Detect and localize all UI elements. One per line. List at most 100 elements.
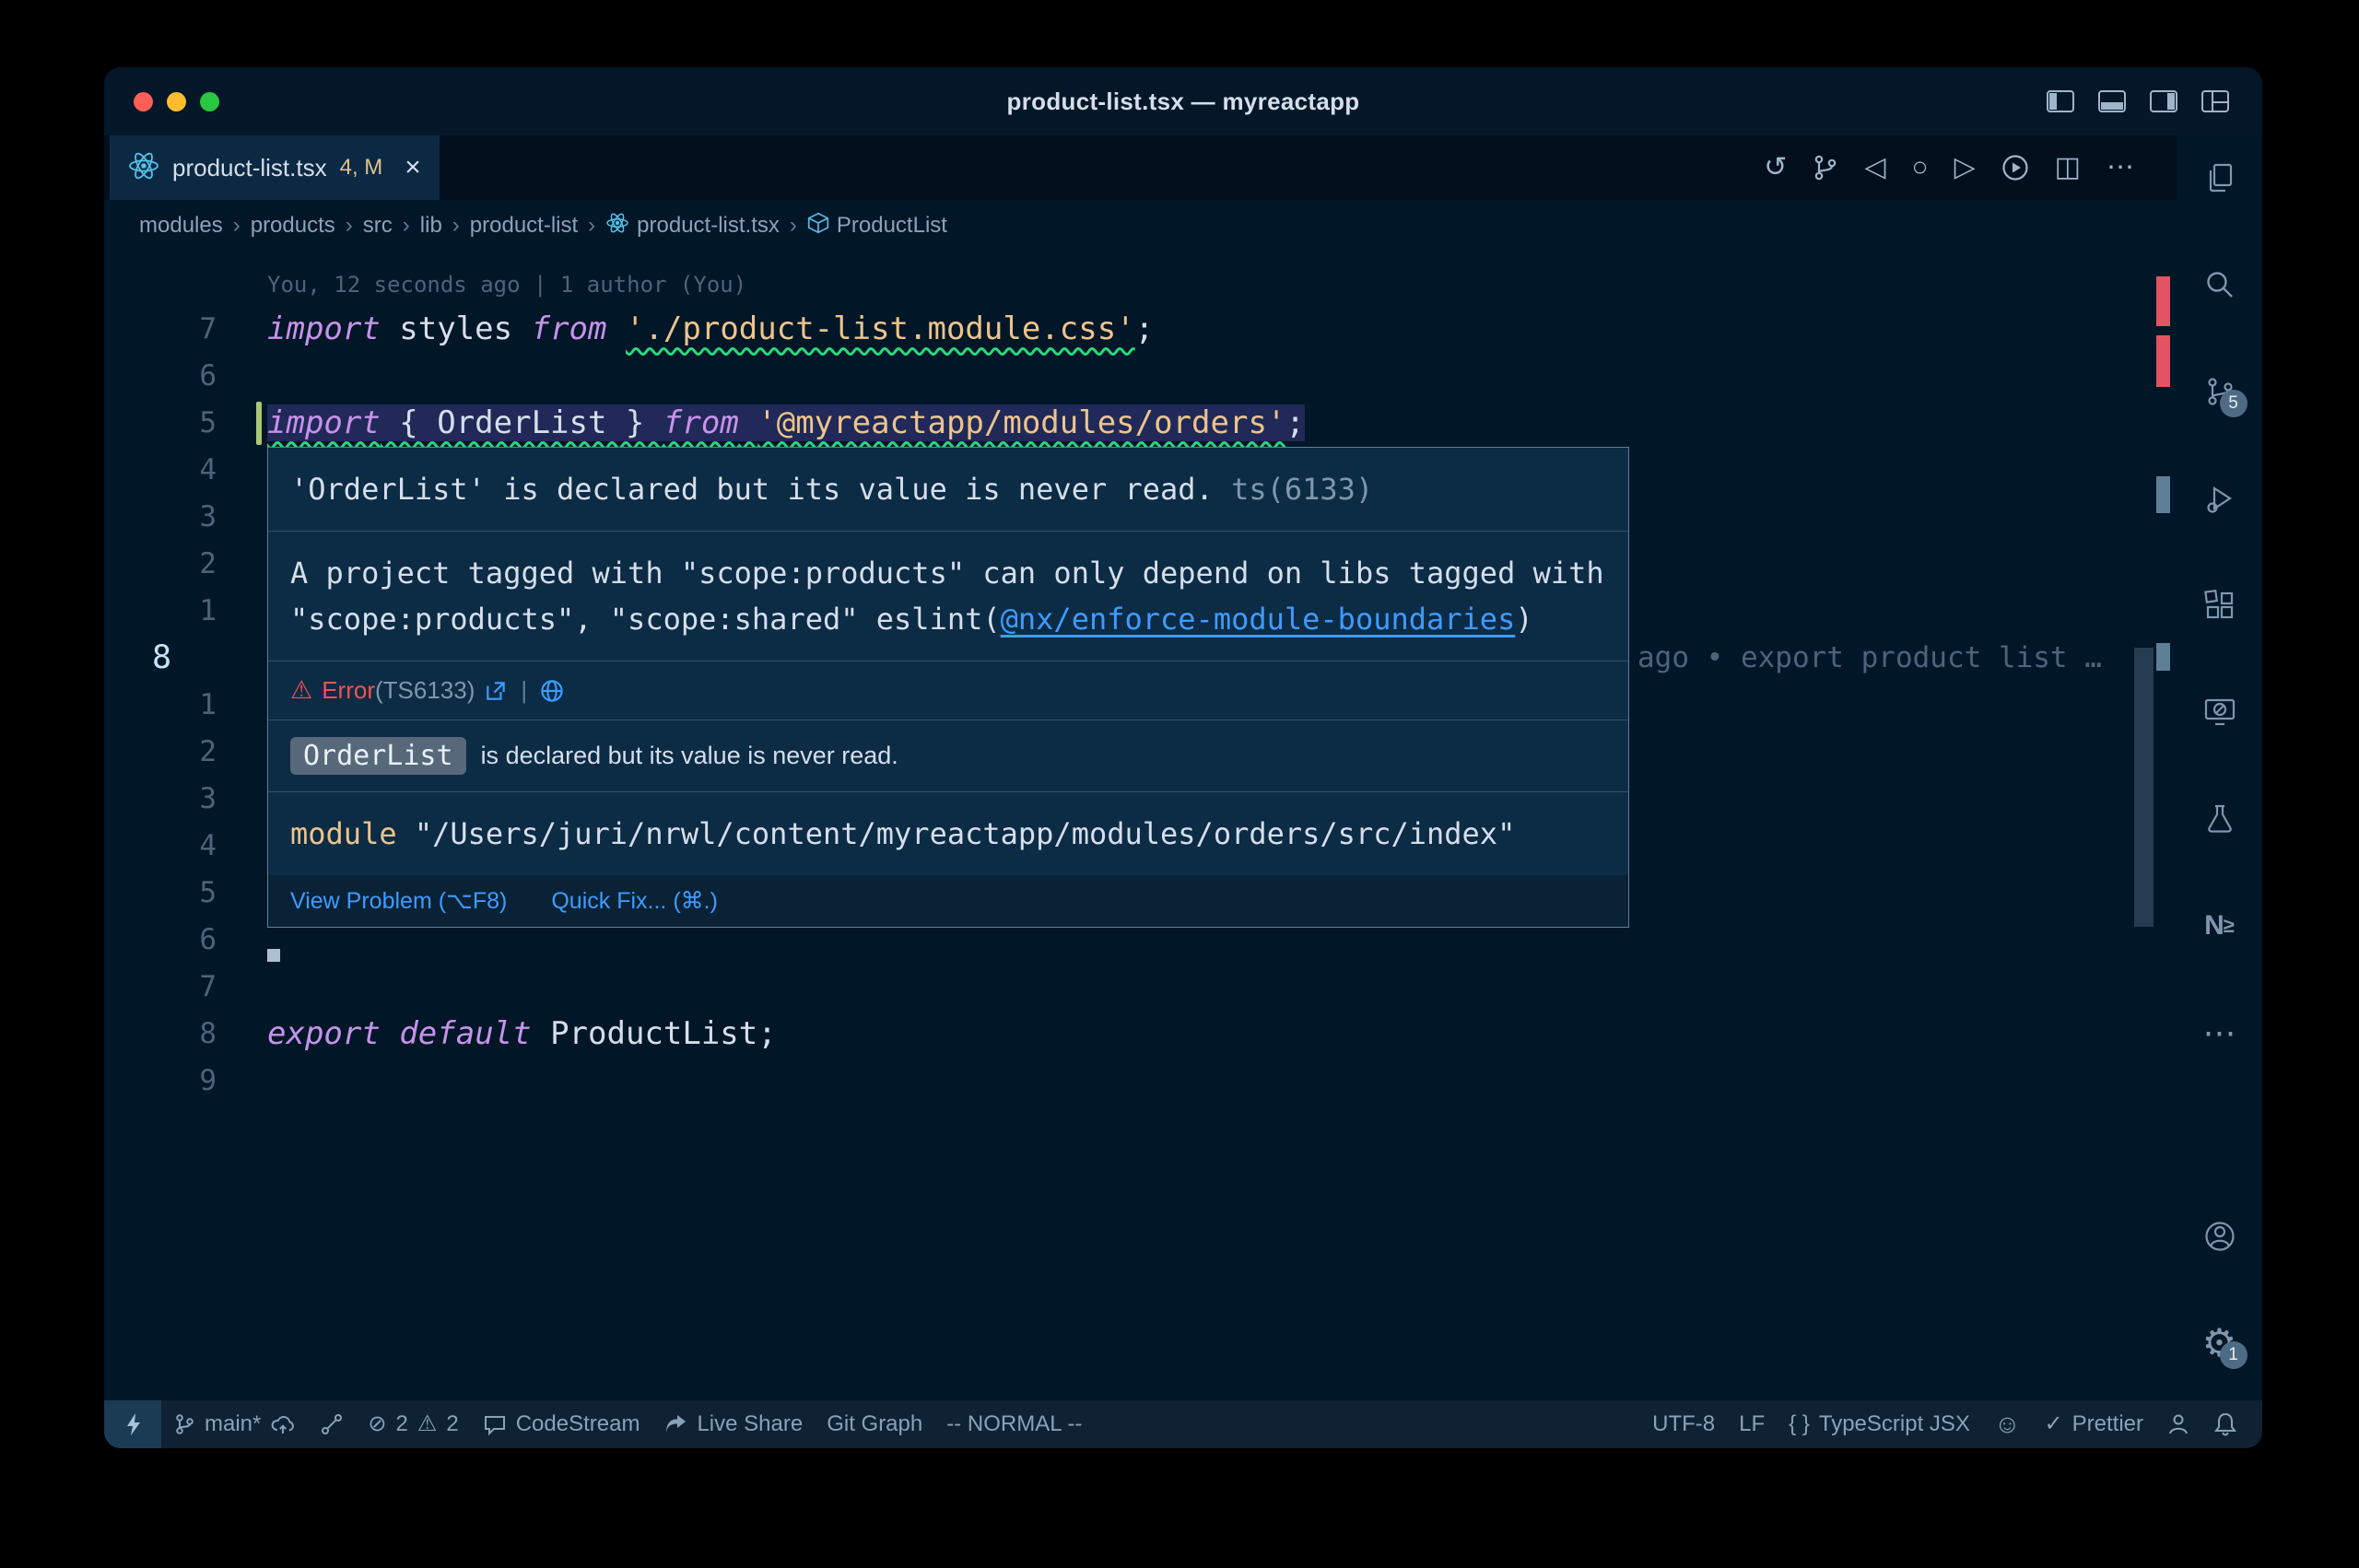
codestream-status[interactable]: CodeStream bbox=[471, 1400, 652, 1448]
code-line[interactable] bbox=[242, 353, 2177, 400]
line-number[interactable]: 1 bbox=[104, 588, 242, 635]
hover-ts-diagnostic: 'OrderList' is declared but its value is… bbox=[268, 448, 1628, 532]
live-share-status[interactable]: Live Share bbox=[651, 1400, 815, 1448]
line-number[interactable]: 4 bbox=[104, 447, 242, 494]
zoom-window-button[interactable] bbox=[200, 92, 219, 111]
minimize-window-button[interactable] bbox=[167, 92, 186, 111]
line-number[interactable]: 9 bbox=[104, 1058, 242, 1105]
code-line[interactable]: export default ProductList; bbox=[242, 1011, 2177, 1058]
extensions-icon[interactable] bbox=[2200, 585, 2240, 626]
run-debug-icon[interactable] bbox=[2200, 478, 2240, 519]
line-number[interactable]: 7 bbox=[104, 964, 242, 1011]
git-branch-status[interactable]: main* bbox=[161, 1400, 308, 1448]
view-problem-link[interactable]: View Problem (⌥F8) bbox=[290, 887, 507, 915]
encoding-status[interactable]: UTF-8 bbox=[1640, 1400, 1727, 1448]
prettier-status[interactable]: ✓ Prettier bbox=[2033, 1400, 2155, 1448]
toggle-left-sidebar-icon[interactable] bbox=[2047, 90, 2074, 112]
breadcrumb-separator: › bbox=[452, 213, 460, 239]
line-number[interactable]: 2 bbox=[104, 729, 242, 776]
next-change-icon[interactable]: ▷ bbox=[1954, 154, 1976, 181]
line-number[interactable]: 5 bbox=[104, 400, 242, 447]
run-file-icon[interactable] bbox=[2001, 154, 2029, 181]
problems-status[interactable]: ⊘ 2 ⚠ 2 bbox=[356, 1400, 470, 1448]
git-graph-status[interactable]: Git Graph bbox=[815, 1400, 934, 1448]
vim-mode-indicator[interactable]: -- NORMAL -- bbox=[934, 1400, 1094, 1448]
notifications-bell-icon[interactable] bbox=[2201, 1400, 2249, 1448]
globe-icon[interactable] bbox=[540, 679, 564, 703]
hover-message-row: OrderList is declared but its value is n… bbox=[268, 720, 1628, 792]
line-number[interactable]: 8 bbox=[104, 635, 242, 682]
line-number[interactable]: 5 bbox=[104, 870, 242, 917]
breadcrumb-product-list[interactable]: product-list bbox=[470, 213, 578, 239]
line-number[interactable]: 3 bbox=[104, 776, 242, 823]
toggle-right-sidebar-icon[interactable] bbox=[2150, 90, 2177, 112]
previous-change-icon[interactable]: ◁ bbox=[1864, 154, 1885, 181]
code-line[interactable]: You, 12 seconds ago | 1 author (You) bbox=[242, 259, 2177, 306]
eslint-rule-link[interactable]: @nx/enforce-module-boundaries bbox=[1001, 602, 1516, 637]
window-controls bbox=[134, 67, 219, 135]
code-line[interactable] bbox=[242, 964, 2177, 1011]
breadcrumb-lib[interactable]: lib bbox=[420, 213, 442, 239]
breadcrumb-separator: › bbox=[233, 213, 241, 239]
toggle-panel-icon[interactable] bbox=[2098, 90, 2126, 112]
breadcrumb-products[interactable]: products bbox=[251, 213, 335, 239]
separator: | bbox=[521, 676, 527, 705]
open-external-icon[interactable] bbox=[484, 679, 508, 703]
line-number[interactable]: 7 bbox=[104, 306, 242, 353]
source-control-icon[interactable]: 5 bbox=[2200, 371, 2240, 412]
editor[interactable]: 76543218123456789 You, 12 seconds ago | … bbox=[104, 252, 2177, 1400]
eol-status[interactable]: LF bbox=[1727, 1400, 1777, 1448]
customize-layout-icon[interactable] bbox=[2201, 90, 2229, 112]
language-mode-status[interactable]: { } TypeScript JSX bbox=[1777, 1400, 1982, 1448]
hover-resize-handle[interactable] bbox=[267, 949, 280, 962]
more-actions-icon[interactable]: ⋯ bbox=[2107, 154, 2134, 181]
status-bar: main* ⊘ 2 ⚠ 2 CodeStream bbox=[104, 1400, 2262, 1448]
explorer-icon[interactable] bbox=[2200, 158, 2240, 198]
breadcrumb-separator: › bbox=[790, 213, 797, 239]
breadcrumb-file[interactable]: product-list.tsx bbox=[605, 213, 780, 240]
testing-beaker-icon[interactable] bbox=[2200, 799, 2240, 839]
line-number[interactable]: 6 bbox=[104, 353, 242, 400]
line-number[interactable]: 8 bbox=[104, 1011, 242, 1058]
commit-graph-icon[interactable] bbox=[308, 1400, 356, 1448]
code-line[interactable]: import styles from './product-list.modul… bbox=[242, 306, 2177, 353]
split-editor-icon[interactable]: ◫ bbox=[2055, 154, 2081, 181]
line-number[interactable]: 1 bbox=[104, 682, 242, 729]
line-number[interactable]: 6 bbox=[104, 917, 242, 964]
nx-console-icon[interactable]: N≥ bbox=[2200, 906, 2240, 946]
tab-problems-modified-badge: 4, M bbox=[340, 155, 383, 181]
line-number[interactable]: 2 bbox=[104, 541, 242, 588]
search-icon[interactable] bbox=[2200, 264, 2240, 305]
quick-fix-link[interactable]: Quick Fix... (⌘.) bbox=[551, 887, 718, 915]
tab-label: product-list.tsx bbox=[172, 154, 327, 182]
breadcrumb-src[interactable]: src bbox=[363, 213, 393, 239]
breadcrumb-symbol[interactable]: ProductList bbox=[807, 211, 947, 241]
breadcrumb-modules[interactable]: modules bbox=[139, 213, 223, 239]
account-icon[interactable] bbox=[2200, 1216, 2240, 1257]
code-line[interactable] bbox=[242, 1058, 2177, 1105]
line-number[interactable]: 3 bbox=[104, 494, 242, 541]
git-branch-icon bbox=[173, 1412, 195, 1436]
change-marker-icon[interactable]: ○ bbox=[1911, 154, 1928, 181]
tab-product-list[interactable]: product-list.tsx 4, M × bbox=[110, 135, 440, 200]
settings-gear-icon[interactable]: ⚙ 1 bbox=[2200, 1323, 2240, 1363]
line-number[interactable] bbox=[104, 259, 242, 306]
activity-bar: 5 N≥ ⋯ ⚙ bbox=[2177, 135, 2262, 1400]
tab-close-icon[interactable]: × bbox=[405, 154, 421, 181]
errors-icon: ⊘ bbox=[368, 1413, 386, 1435]
additional-views-icon[interactable]: ⋯ bbox=[2200, 1012, 2240, 1053]
remote-explorer-icon[interactable] bbox=[2200, 692, 2240, 732]
code-line[interactable]: import { OrderList } from '@myreactapp/m… bbox=[242, 400, 2177, 447]
timeline-history-icon[interactable]: ↺ bbox=[1764, 154, 1787, 181]
feedback-smiley-icon[interactable]: ☺ bbox=[1982, 1400, 2033, 1448]
remote-indicator[interactable] bbox=[104, 1400, 161, 1448]
react-file-icon bbox=[605, 213, 629, 240]
open-changes-icon[interactable] bbox=[1813, 154, 1838, 181]
overview-error-mark bbox=[2156, 276, 2170, 326]
scrollbar-slider[interactable] bbox=[2134, 648, 2154, 927]
person-icon[interactable] bbox=[2155, 1400, 2201, 1448]
warning-triangle-icon: ⚠ bbox=[290, 676, 312, 705]
line-number[interactable]: 4 bbox=[104, 823, 242, 870]
close-window-button[interactable] bbox=[134, 92, 153, 111]
breadcrumb-separator: › bbox=[346, 213, 353, 239]
